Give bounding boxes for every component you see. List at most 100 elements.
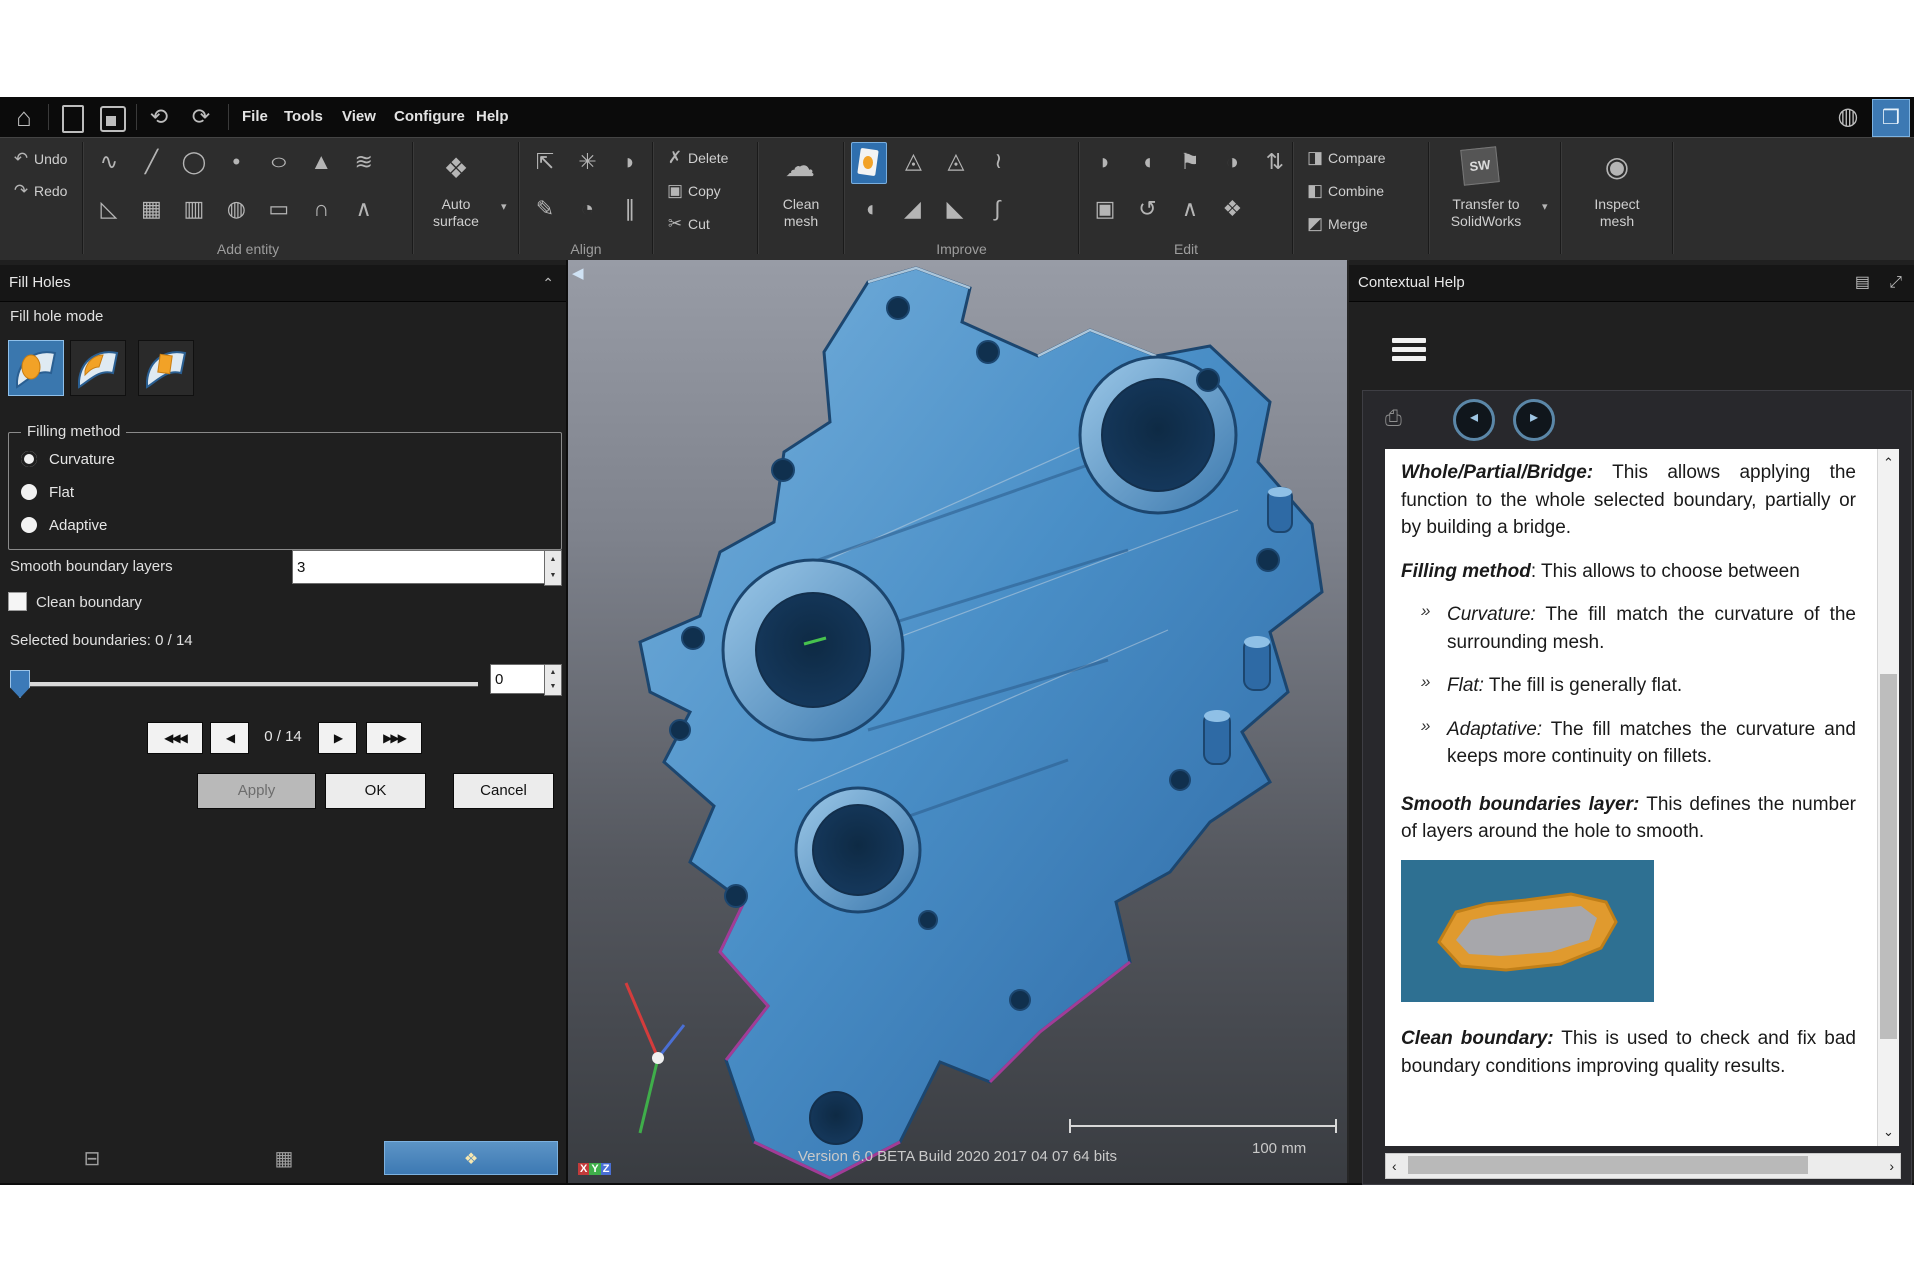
compare-button[interactable]: ◨Compare [1302,143,1386,173]
align-manual-icon[interactable]: ✎ [526,190,564,228]
loft-icon[interactable]: ≋ [345,143,383,181]
radio-curvature[interactable]: Curvature [21,449,115,471]
rewrap-icon[interactable]: ↺ [1128,190,1166,228]
help-document[interactable]: Whole/Partial/Bridge: This allows applyi… [1385,449,1899,1146]
plane-icon[interactable]: ▭ [260,190,298,228]
clean-mesh-button[interactable]: ☁ Cleanmesh [759,138,843,261]
fill-holes-active-tab[interactable]: ❖ [384,1141,558,1175]
grid-view-tab[interactable]: ▦ [264,1143,304,1175]
circle-icon[interactable]: ◯ [175,143,213,181]
combine-button[interactable]: ◧Combine [1302,176,1384,206]
compass-icon[interactable]: ∧ [345,190,383,228]
cone-icon[interactable]: ▲ [302,143,340,181]
viewport-3d[interactable]: ◀ [568,260,1347,1183]
transfer-solidworks-button[interactable]: SW Transfer toSolidWorks ▾ [1430,138,1560,261]
mesh-grid-icon[interactable]: ▦ [132,190,170,228]
new-document-icon[interactable] [62,105,84,133]
home-icon[interactable]: ⌂ [6,101,42,133]
undo-button[interactable]: ↶Undo [8,144,67,174]
reorder-icon[interactable]: ⇅ [1256,143,1294,181]
globe-icon[interactable]: ◍ [1830,101,1866,133]
sphere-icon[interactable]: ◍ [217,190,255,228]
copy-button[interactable]: ▣Copy [662,176,721,206]
vertical-scrollbar[interactable]: ⌃ ⌄ [1877,449,1899,1146]
last-boundary-button[interactable]: ▶▶▶ [366,722,422,754]
decimate-icon[interactable]: ◢ [893,190,931,228]
sketch-icon[interactable]: ∿ [90,143,128,181]
radio-adaptive[interactable]: Adaptive [21,515,107,537]
mode-bridge-button[interactable] [138,340,194,396]
fill-holes-tool-button[interactable] [851,142,887,184]
line-icon[interactable]: ╱ [132,143,170,181]
arc-icon[interactable]: ∩ [302,190,340,228]
mode-whole-button[interactable] [8,340,64,396]
defeature-icon[interactable]: ◖ [851,190,889,228]
boundary-slider-track[interactable] [14,682,478,687]
undo-circle-icon[interactable]: ⟲ [142,101,176,133]
fix-boundaries-icon[interactable]: ◬ [937,142,975,180]
split-icon[interactable]: ◑ [1213,143,1251,181]
refine-icon[interactable]: ◣ [936,190,974,228]
dropdown-caret-icon[interactable]: ▾ [1542,200,1548,213]
align-mesh-icon[interactable]: ◗ [611,143,649,181]
delete-button[interactable]: ✗Delete [662,143,728,173]
clean-boundary-checkbox[interactable] [8,592,27,611]
align-pair-icon[interactable]: ∥ [611,190,649,228]
scroll-down-icon[interactable]: ⌄ [1878,1124,1899,1140]
boundary-index-input[interactable] [490,664,546,694]
untrim-icon[interactable]: ◖ [1128,143,1166,181]
cut-button[interactable]: ✂Cut [662,209,710,239]
trim-icon[interactable]: ◗ [1086,143,1124,181]
offset-icon[interactable]: ▣ [1086,190,1124,228]
scroll-right-icon[interactable]: › [1889,1154,1894,1178]
boundary-index-spinner[interactable]: ▲▼ [544,664,562,696]
ok-button[interactable]: OK [325,773,426,809]
collapse-chevron-icon[interactable]: ⌃ [542,265,554,301]
fill-holes-panel-header[interactable]: Fill Holes ⌃ [0,265,566,302]
redo-button[interactable]: ↷Redo [8,176,67,206]
menu-view[interactable]: View [338,97,380,137]
auto-surface-button[interactable]: ❖ Autosurface ▾ [413,138,518,261]
menu-help[interactable]: Help [472,97,513,137]
scroll-up-icon[interactable]: ⌃ [1878,455,1899,471]
smooth-icon[interactable]: ≀ [979,142,1017,180]
print-icon[interactable]: ⎙ [1385,407,1402,431]
tree-view-tab[interactable]: ⊟ [72,1143,112,1175]
menu-file[interactable]: File [238,97,272,137]
expand-panel-icon[interactable]: ⤢ [1889,265,1902,301]
help-doc-icon[interactable]: ▤ [1855,265,1870,301]
save-icon[interactable] [100,106,126,132]
help-panel-header[interactable]: Contextual Help ▤ ⤢ [1349,265,1914,302]
cancel-button[interactable]: Cancel [453,773,554,809]
thicken-icon[interactable]: ❖ [1213,190,1251,228]
next-boundary-button[interactable]: ▶ [318,722,357,754]
angle-icon[interactable]: ◺ [90,190,128,228]
apply-button[interactable]: Apply [197,773,316,809]
radio-flat[interactable]: Flat [21,482,74,504]
first-boundary-button[interactable]: ◀◀◀ [147,722,203,754]
point-icon[interactable]: • [217,143,255,181]
smooth-layers-spinner[interactable]: ▲▼ [544,550,562,586]
help-menu-button[interactable] [1392,338,1426,364]
align-target-icon[interactable]: ✳ [568,143,606,181]
sew-icon[interactable]: ∧ [1171,190,1209,228]
merge-button[interactable]: ◩Merge [1302,209,1368,239]
help-back-button[interactable]: ◂ [1453,399,1495,441]
remesh-icon[interactable]: ∫ [978,190,1016,228]
menu-tools[interactable]: Tools [280,97,327,137]
smooth-boundary-layers-input[interactable] [292,550,548,584]
flag-region-icon[interactable]: ⚑ [1171,143,1209,181]
ellipse-icon[interactable]: ○ [260,143,298,181]
horizontal-scroll-thumb[interactable] [1408,1156,1808,1174]
scroll-left-icon[interactable]: ‹ [1392,1154,1397,1178]
align-sphere-icon[interactable]: ◔ [568,190,606,228]
inspect-mesh-button[interactable]: ◉ Inspectmesh [1562,138,1672,261]
mode-partial-button[interactable] [70,340,126,396]
dropdown-caret-icon[interactable]: ▾ [501,200,507,213]
menu-configure[interactable]: Configure [390,97,469,137]
boundary-slider-handle[interactable] [10,670,30,698]
fix-defects-icon[interactable]: ◬ [894,142,932,180]
align-scan-icon[interactable]: ⇱ [526,143,564,181]
surface-grid-icon[interactable]: ▥ [175,190,213,228]
help-forward-button[interactable]: ▸ [1513,399,1555,441]
